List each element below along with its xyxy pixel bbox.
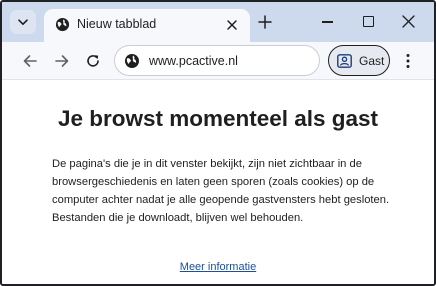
plus-icon[interactable] — [258, 15, 272, 29]
tab-title: Nieuw tabblad — [77, 17, 157, 31]
learn-more-link[interactable]: Meer informatie — [2, 261, 434, 273]
maximize-button[interactable] — [363, 16, 374, 27]
site-info-icon[interactable] — [124, 53, 140, 69]
guest-page: Je browst momenteel als gast De pagina's… — [2, 80, 434, 284]
reload-icon[interactable] — [85, 53, 101, 69]
profile-label: Gast — [359, 54, 385, 68]
minimize-button[interactable] — [322, 21, 333, 23]
close-icon[interactable] — [226, 19, 238, 31]
address-text[interactable]: www.pcactive.nl — [149, 54, 238, 68]
profile-button[interactable]: Gast — [328, 45, 390, 76]
person-icon — [337, 54, 352, 68]
tab-strip: Nieuw tabblad — [2, 2, 434, 42]
arrow-right-icon[interactable] — [54, 53, 70, 69]
tab-search-button[interactable] — [10, 10, 36, 34]
window-close-button[interactable] — [402, 15, 415, 28]
arrow-left-icon[interactable] — [22, 53, 38, 69]
globe-icon — [55, 17, 70, 32]
browser-window: Nieuw tabblad www.pcactive.nl Gast Je br… — [0, 0, 436, 286]
chevron-down-icon — [18, 18, 28, 25]
more-vert-icon[interactable] — [404, 53, 412, 69]
guest-description: De pagina's die je in dit venster bekijk… — [52, 158, 390, 224]
toolbar: www.pcactive.nl Gast — [2, 42, 434, 80]
address-bar[interactable]: www.pcactive.nl — [114, 45, 320, 76]
page-title: Je browst momenteel als gast — [57, 106, 379, 131]
tab-new-tab[interactable]: Nieuw tabblad — [44, 9, 250, 42]
